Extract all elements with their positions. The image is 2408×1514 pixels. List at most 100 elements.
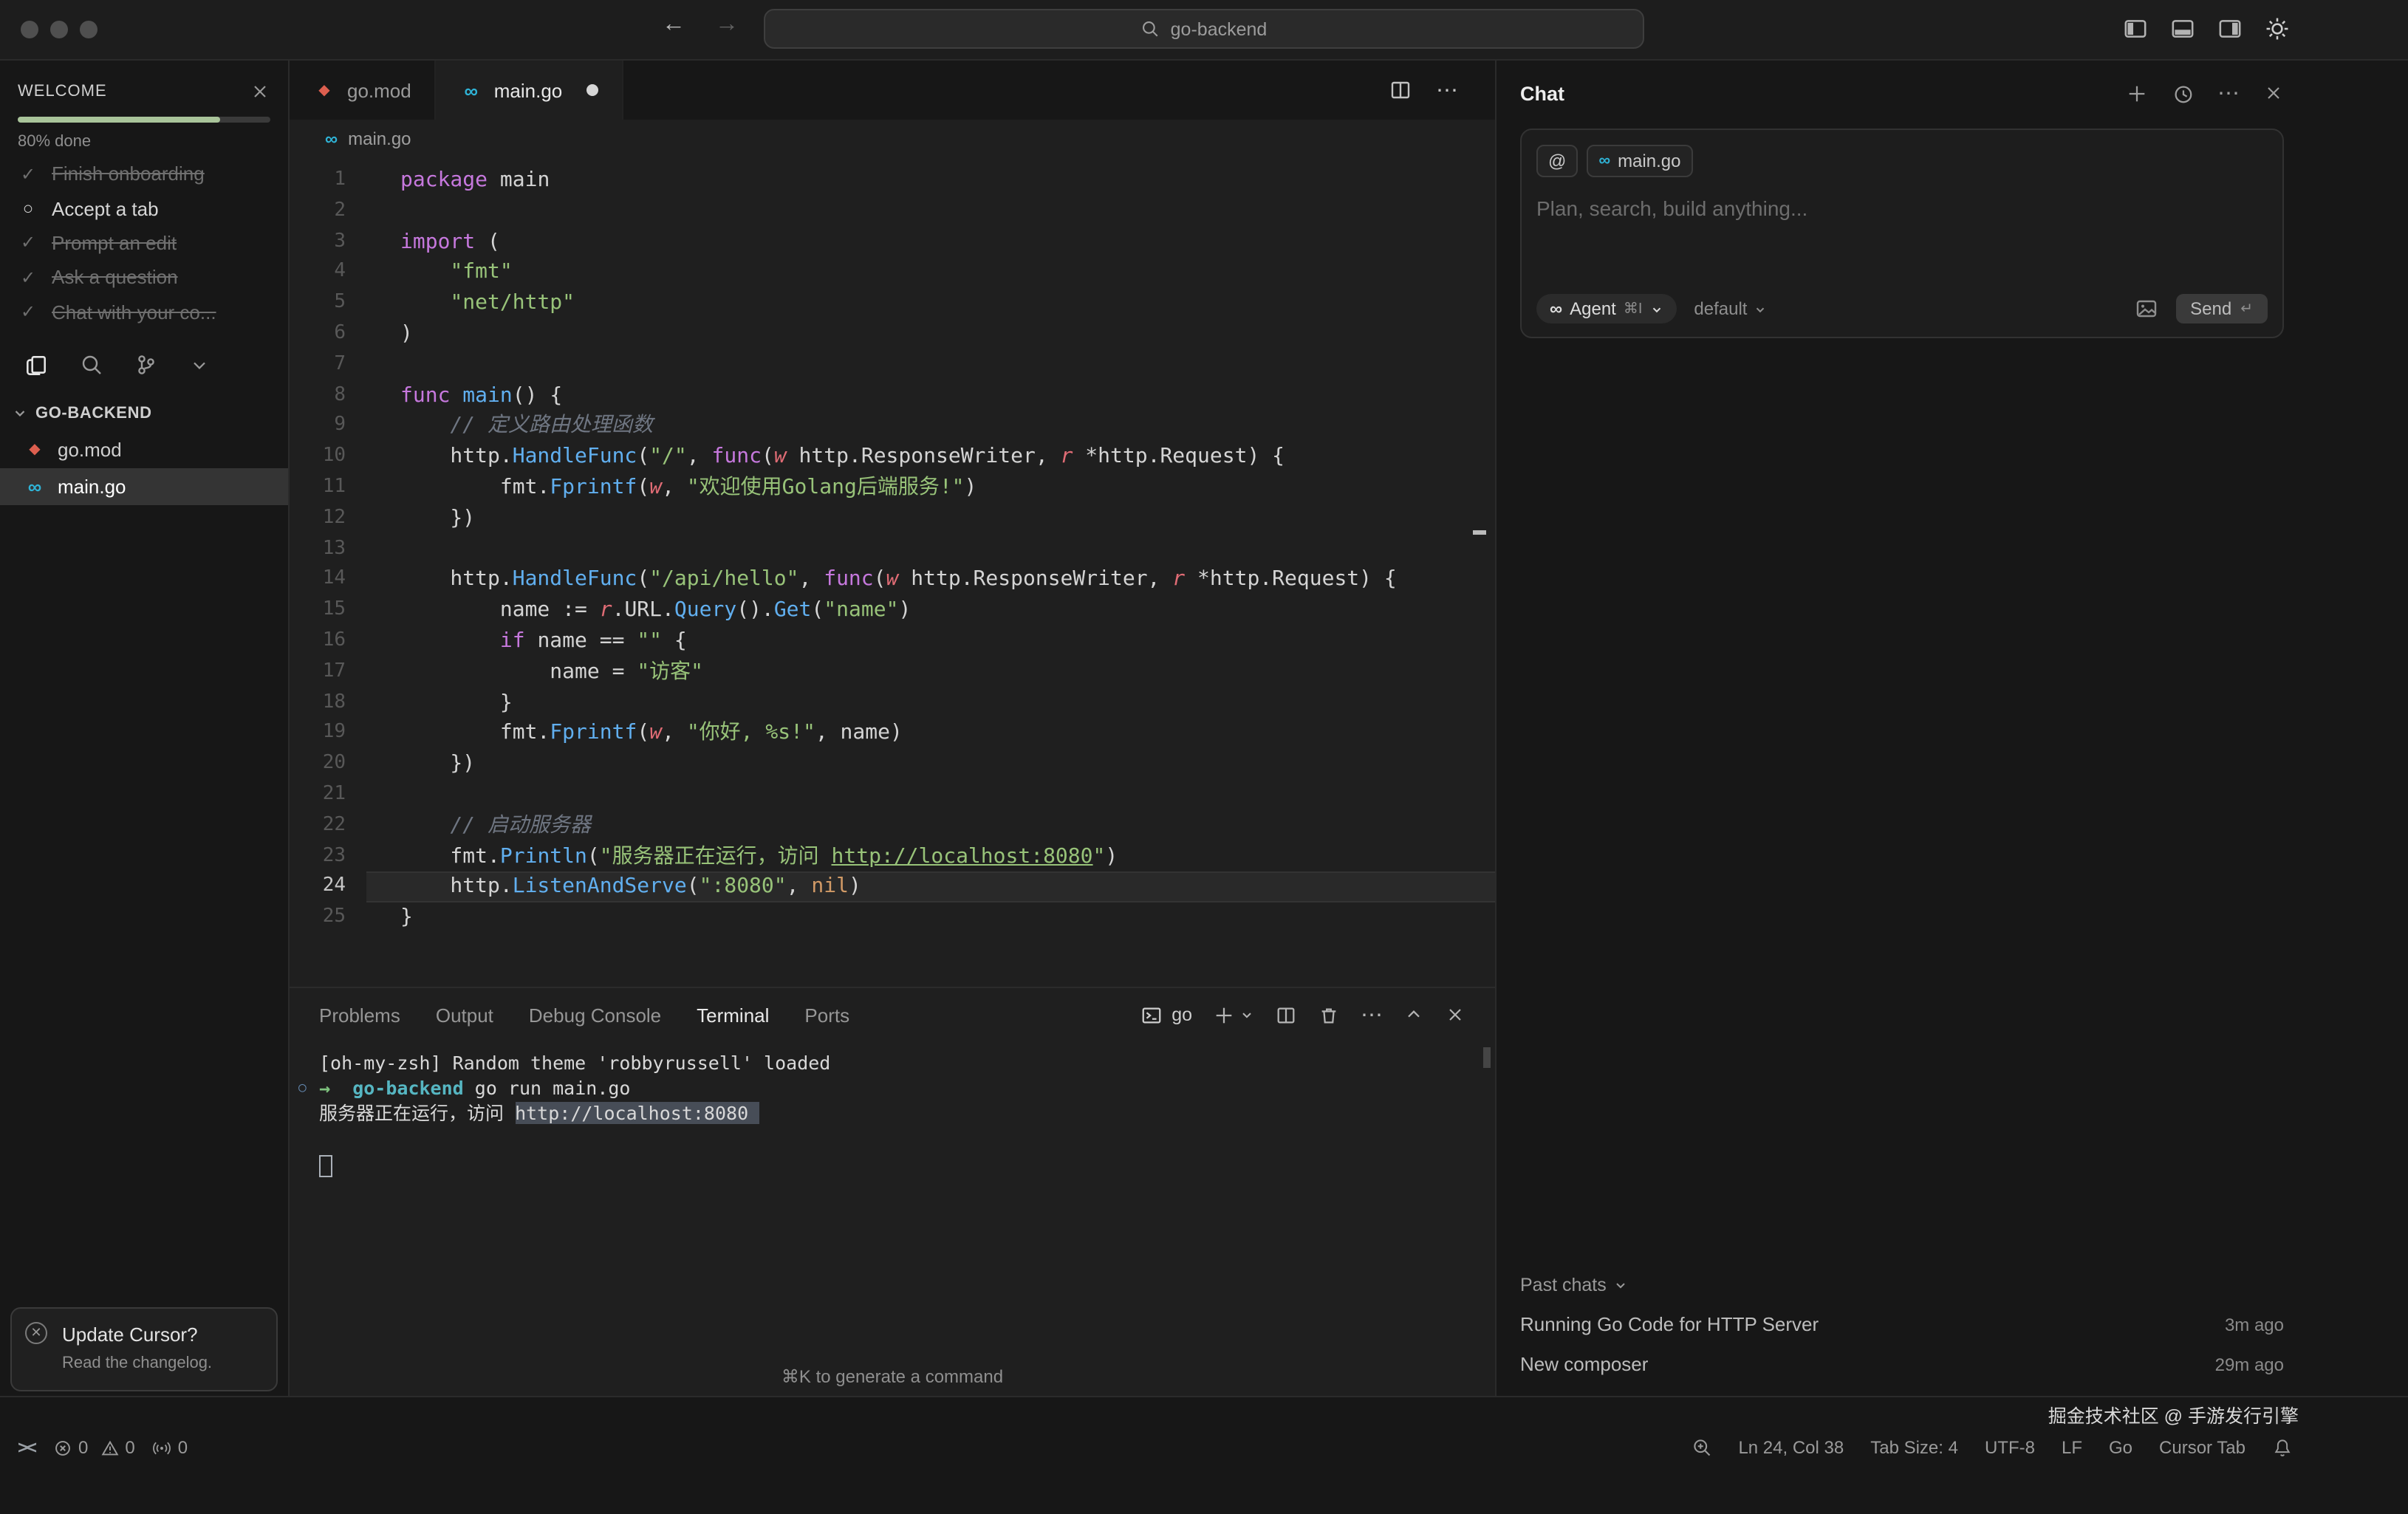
- welcome-task[interactable]: ✓Chat with your co...: [0, 295, 288, 329]
- past-chat-item[interactable]: New composer29m ago: [1520, 1344, 2284, 1384]
- code-line-18[interactable]: 18 }: [290, 688, 1495, 719]
- model-selector[interactable]: default: [1694, 298, 1766, 319]
- chevron-down-icon[interactable]: [189, 355, 210, 376]
- close-icon[interactable]: [1445, 1004, 1465, 1025]
- line-number[interactable]: 18: [290, 688, 366, 719]
- welcome-task[interactable]: ✓Prompt an edit: [0, 226, 288, 261]
- code-line-2[interactable]: 2: [290, 196, 1495, 227]
- problems-indicator[interactable]: 0 0: [53, 1437, 135, 1458]
- code-line-19[interactable]: 19 fmt.Fprintf(w, "你好, %s!", name): [290, 719, 1495, 750]
- status-tab-size-4[interactable]: Tab Size: 4: [1870, 1437, 1958, 1458]
- terminal-output[interactable]: [oh-my-zsh] Random theme 'robbyrussell' …: [290, 1041, 1495, 1396]
- code-line-17[interactable]: 17 name = "访客": [290, 657, 1495, 688]
- code-line-21[interactable]: 21: [290, 780, 1495, 811]
- more-actions-icon[interactable]: ⋯: [2217, 80, 2240, 106]
- code-line-15[interactable]: 15 name := r.URL.Query().Get("name"): [290, 595, 1495, 626]
- line-number[interactable]: 10: [290, 442, 366, 473]
- close-icon[interactable]: ✕: [25, 1322, 47, 1344]
- code-line-9[interactable]: 9 // 定义路由处理函数: [290, 411, 1495, 442]
- code-line-11[interactable]: 11 fmt.Fprintf(w, "欢迎使用Golang后端服务!"): [290, 473, 1495, 504]
- breadcrumb[interactable]: ∞ main.go: [290, 120, 1495, 158]
- line-number[interactable]: 7: [290, 350, 366, 381]
- code-line-10[interactable]: 10 http.HandleFunc("/", func(w http.Resp…: [290, 442, 1495, 473]
- chat-input-box[interactable]: @ ∞ main.go Plan, search, build anything…: [1520, 129, 2284, 338]
- line-number[interactable]: 9: [290, 411, 366, 442]
- panel-tab-debug-console[interactable]: Debug Console: [529, 1004, 661, 1026]
- line-number[interactable]: 21: [290, 780, 366, 811]
- line-number[interactable]: 19: [290, 719, 366, 750]
- minimize-window-button[interactable]: [50, 21, 68, 38]
- context-file-chip[interactable]: ∞ main.go: [1587, 145, 1692, 177]
- line-number[interactable]: 5: [290, 288, 366, 319]
- code-line-25[interactable]: 25}: [290, 902, 1495, 934]
- terminal-shell-chip[interactable]: go: [1140, 1004, 1192, 1026]
- line-number[interactable]: 14: [290, 565, 366, 596]
- line-number[interactable]: 4: [290, 258, 366, 289]
- code-line-16[interactable]: 16 if name == "" {: [290, 626, 1495, 657]
- chevron-up-icon[interactable]: [1403, 1004, 1424, 1025]
- status-ln-24-col-38[interactable]: Ln 24, Col 38: [1738, 1437, 1844, 1458]
- close-window-button[interactable]: [21, 21, 38, 38]
- explorer-file-main-go[interactable]: ∞main.go: [0, 468, 288, 505]
- trash-icon[interactable]: [1318, 1004, 1340, 1026]
- code-editor[interactable]: 1package main23import (4 "fmt"5 "net/htt…: [290, 158, 1495, 987]
- welcome-task[interactable]: ✓Finish onboarding: [0, 157, 288, 191]
- line-number[interactable]: 2: [290, 196, 366, 227]
- send-button[interactable]: Send ↵: [2175, 294, 2268, 323]
- chevron-down-icon[interactable]: [1239, 1007, 1254, 1022]
- notifications-bell-icon[interactable]: [2272, 1437, 2293, 1458]
- more-actions-icon[interactable]: ⋯: [1361, 1001, 1383, 1028]
- line-number[interactable]: 24: [290, 872, 366, 903]
- history-icon[interactable]: [2172, 82, 2194, 104]
- chat-placeholder[interactable]: Plan, search, build anything...: [1536, 196, 2268, 220]
- maximize-window-button[interactable]: [80, 21, 98, 38]
- settings-gear-icon[interactable]: [2265, 16, 2290, 41]
- tab-main-go[interactable]: ∞ main.go: [437, 61, 623, 120]
- line-number[interactable]: 8: [290, 380, 366, 411]
- more-actions-icon[interactable]: ⋯: [1436, 77, 1460, 103]
- search-icon[interactable]: [80, 354, 103, 377]
- new-terminal-button[interactable]: [1213, 1004, 1254, 1026]
- source-control-branch-icon[interactable]: [134, 354, 158, 377]
- line-number[interactable]: 25: [290, 902, 366, 934]
- code-line-1[interactable]: 1package main: [290, 165, 1495, 196]
- line-number[interactable]: 17: [290, 657, 366, 688]
- code-line-4[interactable]: 4 "fmt": [290, 258, 1495, 289]
- close-icon[interactable]: [2263, 83, 2284, 103]
- code-line-20[interactable]: 20 }): [290, 749, 1495, 780]
- terminal-scrollbar[interactable]: [1483, 1047, 1491, 1068]
- status-go[interactable]: Go: [2109, 1437, 2132, 1458]
- files-icon[interactable]: [24, 353, 49, 378]
- panel-tab-problems[interactable]: Problems: [319, 1004, 400, 1026]
- code-line-12[interactable]: 12 }): [290, 504, 1495, 535]
- new-chat-plus-icon[interactable]: [2126, 82, 2148, 104]
- zoom-icon[interactable]: [1691, 1437, 1711, 1458]
- toggle-bottom-panel-icon[interactable]: [2170, 16, 2195, 41]
- line-number[interactable]: 3: [290, 227, 366, 258]
- status-cursor-tab[interactable]: Cursor Tab: [2159, 1437, 2245, 1458]
- add-context-chip[interactable]: @: [1536, 145, 1578, 177]
- remote-indicator-icon[interactable]: ><: [18, 1437, 35, 1458]
- back-arrow-icon[interactable]: ←: [662, 12, 685, 38]
- code-line-24[interactable]: 24 http.ListenAndServe(":8080", nil): [290, 872, 1495, 903]
- line-number[interactable]: 6: [290, 319, 366, 350]
- toggle-right-panel-icon[interactable]: [2217, 16, 2243, 41]
- tab-go-mod[interactable]: ◆ go.mod: [290, 61, 437, 120]
- split-terminal-icon[interactable]: [1275, 1004, 1297, 1026]
- code-line-13[interactable]: 13: [290, 534, 1495, 565]
- code-line-6[interactable]: 6): [290, 319, 1495, 350]
- close-icon[interactable]: [250, 81, 270, 102]
- modified-dot-icon[interactable]: [586, 84, 598, 96]
- line-number[interactable]: 16: [290, 626, 366, 657]
- explorer-file-go-mod[interactable]: ◆go.mod: [0, 431, 288, 468]
- panel-tab-output[interactable]: Output: [436, 1004, 493, 1026]
- welcome-task[interactable]: ○Accept a tab: [0, 191, 288, 226]
- notification-body[interactable]: Read the changelog.: [62, 1354, 261, 1372]
- attach-image-icon[interactable]: [2134, 297, 2158, 321]
- panel-tab-ports[interactable]: Ports: [804, 1004, 849, 1026]
- update-notification[interactable]: ✕ Update Cursor? Read the changelog.: [10, 1307, 278, 1391]
- line-number[interactable]: 23: [290, 841, 366, 872]
- line-number[interactable]: 15: [290, 595, 366, 626]
- code-line-3[interactable]: 3import (: [290, 227, 1495, 258]
- ports-indicator[interactable]: 0: [153, 1437, 188, 1458]
